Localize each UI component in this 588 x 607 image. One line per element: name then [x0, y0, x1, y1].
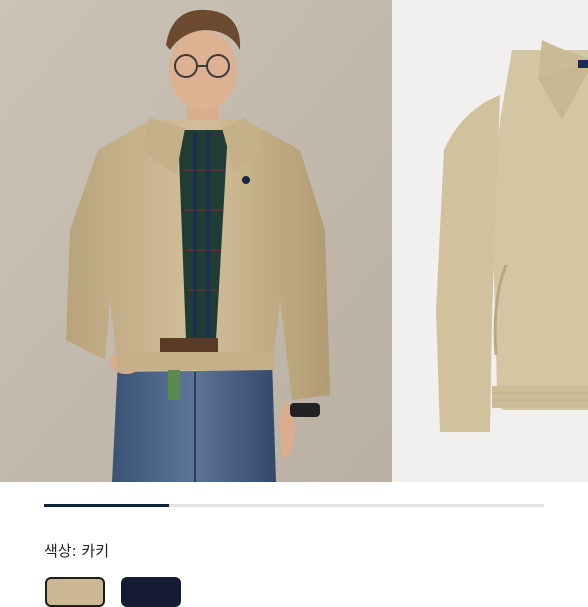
flat-product-photo[interactable]	[392, 0, 588, 482]
gallery-progress-fill	[44, 504, 169, 507]
flat-photo-illustration	[392, 0, 588, 482]
color-label: 색상: 카키	[44, 542, 110, 560]
color-swatch-khaki[interactable]	[45, 577, 105, 607]
model-photo[interactable]	[0, 0, 392, 482]
model-photo-illustration	[0, 0, 392, 482]
product-image-gallery[interactable]	[0, 0, 588, 482]
gallery-progress-bar	[44, 504, 544, 507]
color-swatch-navy[interactable]	[121, 577, 181, 607]
